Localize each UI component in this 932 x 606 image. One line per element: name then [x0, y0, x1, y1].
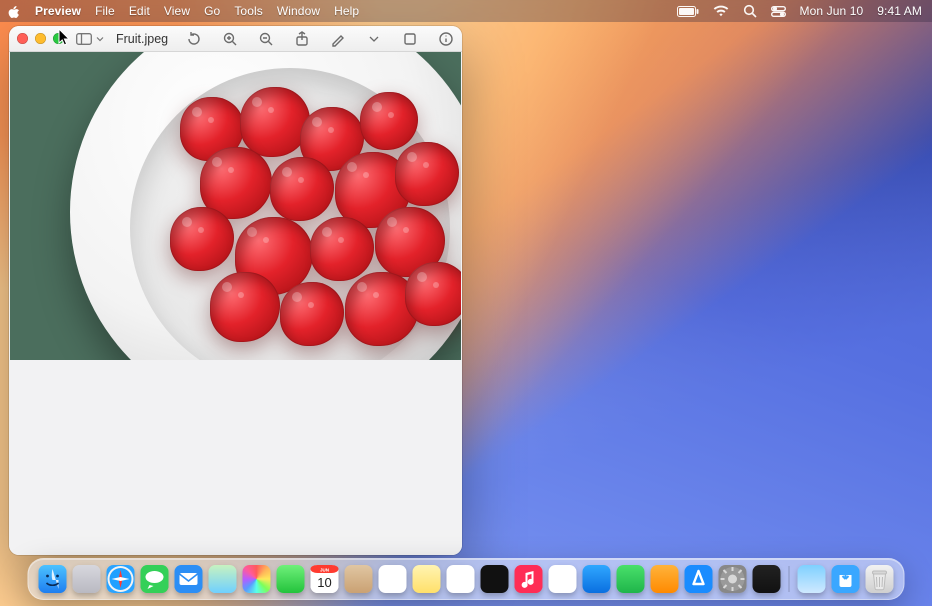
mouse-cursor: [58, 28, 72, 46]
dock-app-music[interactable]: [515, 565, 543, 593]
zoom-out-icon[interactable]: [256, 29, 276, 49]
dock-app-notes[interactable]: [413, 565, 441, 593]
dock-app-numbers[interactable]: [617, 565, 645, 593]
image-fruit: [10, 52, 461, 360]
svg-text:JUN: JUN: [320, 568, 329, 573]
menu-view[interactable]: View: [164, 4, 190, 18]
zoom-in-icon[interactable]: [220, 29, 240, 49]
dock-app-contacts[interactable]: [345, 565, 373, 593]
chevron-down-icon: [96, 35, 104, 43]
window-toolbar: [184, 29, 462, 49]
menu-bar-right: Mon Jun 10 9:41 AM: [677, 4, 922, 18]
svg-text:10: 10: [317, 575, 331, 590]
menu-bar-left: Preview File Edit View Go Tools Window H…: [8, 4, 359, 18]
wifi-icon[interactable]: [713, 5, 729, 17]
dock-app-maps[interactable]: [209, 565, 237, 593]
dock-app-messages[interactable]: [141, 565, 169, 593]
dock-app-pages[interactable]: [651, 565, 679, 593]
menu-go[interactable]: Go: [204, 4, 220, 18]
crop-icon[interactable]: [400, 29, 420, 49]
rotate-icon[interactable]: [184, 29, 204, 49]
dock-app-iphone-mirroring[interactable]: [753, 565, 781, 593]
dock-app-safari[interactable]: [107, 565, 135, 593]
window-close-button[interactable]: [17, 33, 28, 44]
sidebar-toggle[interactable]: [76, 33, 104, 45]
menu-edit[interactable]: Edit: [129, 4, 150, 18]
menu-app-name[interactable]: Preview: [35, 4, 81, 18]
dock-separator: [789, 566, 790, 592]
dock-app-calendar[interactable]: JUN 10: [311, 565, 339, 593]
document-title: Fruit.jpeg: [116, 32, 168, 46]
dock-app-news[interactable]: [549, 565, 577, 593]
dock-app-keynote[interactable]: [583, 565, 611, 593]
dock-app-desktop-stack[interactable]: [798, 565, 826, 593]
dock-app-mail[interactable]: [175, 565, 203, 593]
markup-icon[interactable]: [328, 29, 348, 49]
dock-app-trash[interactable]: [866, 565, 894, 593]
dock-app-reminders[interactable]: [379, 565, 407, 593]
battery-icon[interactable]: [677, 6, 699, 17]
control-center-icon[interactable]: [771, 6, 786, 17]
menu-date[interactable]: Mon Jun 10: [800, 4, 864, 18]
share-icon[interactable]: [292, 29, 312, 49]
menu-time[interactable]: 9:41 AM: [877, 4, 922, 18]
traffic-lights: [17, 33, 64, 44]
window-titlebar[interactable]: Fruit.jpeg: [9, 26, 462, 52]
dock: JUN 10: [28, 558, 905, 600]
dock-app-photos[interactable]: [243, 565, 271, 593]
dock-app-appletv[interactable]: [481, 565, 509, 593]
menu-bar: Preview File Edit View Go Tools Window H…: [0, 0, 932, 22]
dock-panel: JUN 10: [28, 558, 905, 600]
apple-menu[interactable]: [8, 5, 21, 18]
dock-app-appstore[interactable]: [685, 565, 713, 593]
dock-app-settings[interactable]: [719, 565, 747, 593]
menu-tools[interactable]: Tools: [234, 4, 263, 18]
menu-window[interactable]: Window: [277, 4, 320, 18]
dock-app-downloads[interactable]: [832, 565, 860, 593]
preview-content[interactable]: [9, 52, 462, 555]
preview-window[interactable]: Fruit.jpeg: [9, 26, 462, 555]
dock-app-freeform[interactable]: [447, 565, 475, 593]
menu-help[interactable]: Help: [334, 4, 359, 18]
dock-app-finder[interactable]: [39, 565, 67, 593]
spotlight-icon[interactable]: [743, 4, 757, 18]
dock-app-launchpad[interactable]: [73, 565, 101, 593]
dock-app-facetime[interactable]: [277, 565, 305, 593]
menu-file[interactable]: File: [95, 4, 115, 18]
raspberries: [160, 87, 460, 360]
window-minimize-button[interactable]: [35, 33, 46, 44]
toolbar-chevron-down-icon[interactable]: [364, 29, 384, 49]
info-icon[interactable]: [436, 29, 456, 49]
